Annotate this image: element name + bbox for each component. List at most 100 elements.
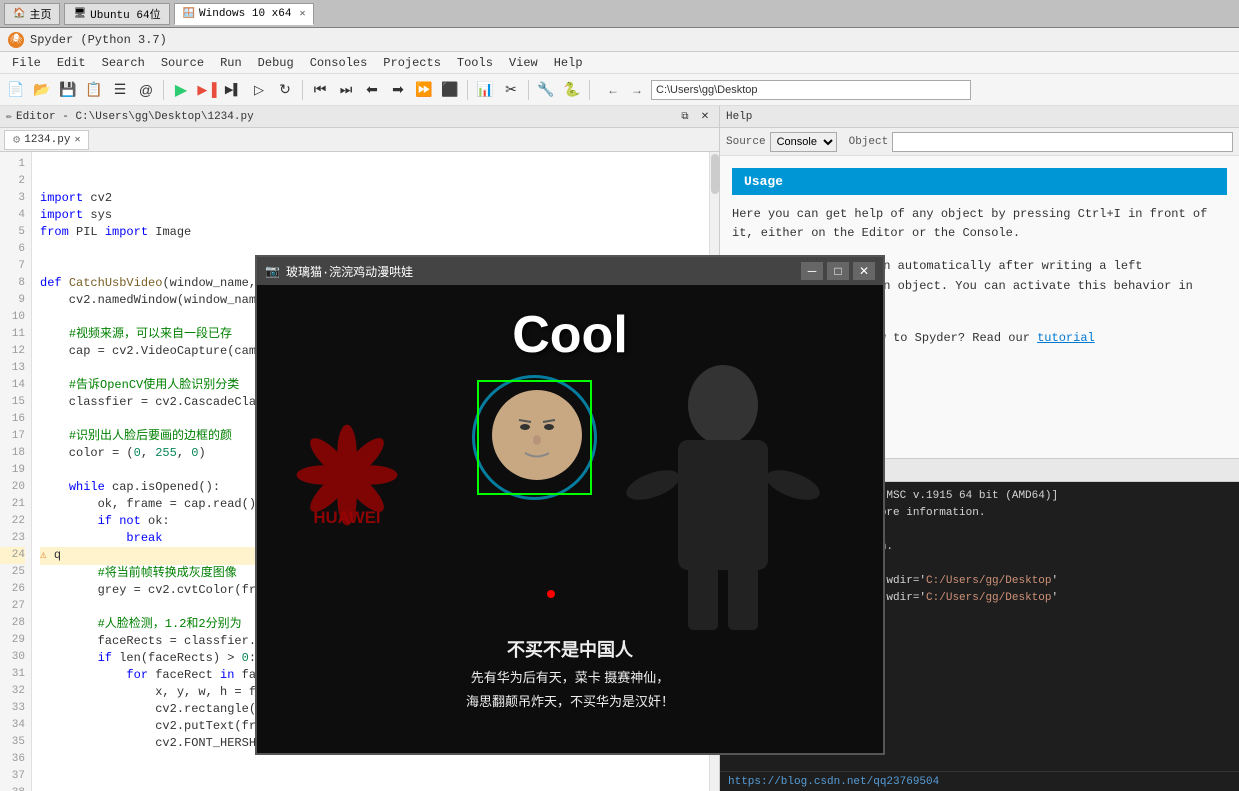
home-icon: 🏠 — [13, 8, 25, 20]
taskbar-tab-home[interactable]: 🏠 主页 — [4, 3, 60, 25]
overlay-content: Cool — [257, 285, 883, 753]
face-detection-box — [477, 380, 592, 495]
tools-button[interactable]: 🔧 — [534, 78, 558, 102]
overlay-close-button[interactable]: ✕ — [853, 262, 875, 280]
menu-debug[interactable]: Debug — [250, 54, 302, 72]
python-button[interactable]: 🐍 — [560, 78, 584, 102]
help-titlebar: Help — [720, 106, 1239, 128]
code-line-4: import sys — [40, 207, 711, 224]
help-usage-title: Usage — [744, 174, 783, 189]
menu-run[interactable]: Run — [212, 54, 250, 72]
app-icon: 🕷 — [8, 32, 24, 48]
help-text-para1: Here you can get help of any object by p… — [732, 207, 1207, 240]
tab-close-icon[interactable]: ✕ — [74, 134, 80, 146]
menu-help[interactable]: Help — [546, 54, 591, 72]
meme-bg: Cool — [257, 285, 883, 753]
editor-icon: ✏ — [6, 111, 12, 123]
toolbar-separator-5 — [589, 80, 590, 100]
code-line-3: import cv2 — [40, 190, 711, 207]
help-object-input[interactable] — [892, 132, 1233, 152]
windows-icon: 🪟 — [183, 8, 195, 20]
editor-undock-button[interactable]: ⧉ — [677, 109, 693, 125]
save-button[interactable]: 💾 — [56, 78, 80, 102]
help-tutorial-link[interactable]: tutorial — [1037, 331, 1095, 345]
browse-button[interactable]: ☰ — [108, 78, 132, 102]
svg-text:HUAWEI: HUAWEI — [313, 508, 380, 527]
tab-windows-close[interactable]: ✕ — [299, 8, 305, 20]
open-file-button[interactable]: 📂 — [30, 78, 54, 102]
tab-settings-icon: ⚙ — [13, 132, 20, 147]
run-selection-button[interactable]: ▷ — [247, 78, 271, 102]
overlay-maximize-button[interactable]: □ — [827, 262, 849, 280]
taskbar-tab-windows[interactable]: 🪟 Windows 10 x64 ✕ — [174, 3, 315, 25]
editor-close-button[interactable]: ✕ — [697, 109, 713, 125]
profiler-button[interactable]: 📊 — [473, 78, 497, 102]
app-titlebar: 🕷 Spyder (Python 3.7) — [0, 28, 1239, 52]
chinese-text-line3: 海思翻颠吊炸天，不买华为是汉奸！ — [277, 690, 863, 713]
menubar: File Edit Search Source Run Debug Consol… — [0, 52, 1239, 74]
toolbar-separator-1 — [163, 80, 164, 100]
editor-tab-bar: ⚙ 1234.py ✕ — [0, 128, 719, 152]
toolbar: 📄 📂 💾 📋 ☰ @ ▶ ▶▐ ▶▌ ▷ ↻ ⏮ ⏭ ⬅ ➡ ⏩ ⬛ 📊 ✂ … — [0, 74, 1239, 106]
new-file-button[interactable]: 📄 — [4, 78, 28, 102]
menu-view[interactable]: View — [501, 54, 546, 72]
menu-search[interactable]: Search — [94, 54, 153, 72]
cool-text-overlay: Cool — [512, 305, 628, 365]
overlay-controls: ─ □ ✕ — [801, 262, 875, 280]
editor-file-tab[interactable]: ⚙ 1234.py ✕ — [4, 130, 89, 150]
toolbar-path: ← → — [603, 80, 971, 100]
red-dot — [547, 590, 555, 598]
help-new-user-text: New to Spyder? Read our — [864, 331, 1030, 345]
taskbar-tab-ubuntu[interactable]: 🖥 Ubuntu 64位 — [64, 3, 169, 25]
help-title: Help — [726, 111, 752, 123]
save-all-button[interactable]: 📋 — [82, 78, 106, 102]
console-url-link[interactable]: https://blog.csdn.net/qq23769504 — [728, 776, 939, 788]
toolbar-separator-2 — [302, 80, 303, 100]
step-button[interactable]: ⏮ — [308, 78, 332, 102]
tab-ubuntu-label: Ubuntu 64位 — [90, 6, 160, 22]
path-input[interactable] — [651, 80, 971, 100]
menu-consoles[interactable]: Consoles — [302, 54, 376, 72]
help-source-label: Source — [726, 136, 766, 148]
run-cell-advance-button[interactable]: ▶▌ — [221, 78, 245, 102]
toolbar-separator-3 — [467, 80, 468, 100]
run-cell-button[interactable]: ▶▐ — [195, 78, 219, 102]
help-object-label: Object — [849, 136, 889, 148]
help-source-select[interactable]: Console Editor — [770, 132, 837, 152]
editor-titlebar: ✏ Editor - C:\Users\gg\Desktop\1234.py ⧉… — [0, 106, 719, 128]
path-back-button[interactable]: ← — [603, 80, 623, 100]
stop-button[interactable]: ⬛ — [438, 78, 462, 102]
meme-chinese-text: 不买不是中国人 先有华为后有天，菜卡 摄赛神仙， 海思翻颠吊炸天，不买华为是汉奸… — [277, 634, 863, 713]
menu-tools[interactable]: Tools — [449, 54, 501, 72]
code-line-2 — [40, 173, 711, 190]
continue-button[interactable]: ⏩ — [412, 78, 436, 102]
menu-projects[interactable]: Projects — [375, 54, 449, 72]
re-run-button[interactable]: ↻ — [273, 78, 297, 102]
tab-home-label: 主页 — [29, 6, 51, 22]
tab-windows-label: Windows 10 x64 — [199, 8, 291, 20]
run-button[interactable]: ▶ — [169, 78, 193, 102]
overlay-title-text: 玻璃猫·浣浣鸡动漫哄娃 — [286, 263, 413, 280]
menu-source[interactable]: Source — [153, 54, 212, 72]
overlay-titlebar[interactable]: 📷 玻璃猫·浣浣鸡动漫哄娃 ─ □ ✕ — [257, 257, 883, 285]
step-into-button[interactable]: ⬅ — [360, 78, 384, 102]
optimizer-button[interactable]: ✂ — [499, 78, 523, 102]
code-scroll-thumb[interactable] — [711, 154, 719, 194]
menu-edit[interactable]: Edit — [49, 54, 94, 72]
path-forward-button[interactable]: → — [627, 80, 647, 100]
app-title: Spyder (Python 3.7) — [30, 33, 167, 47]
overlay-title-bar: 📷 玻璃猫·浣浣鸡动漫哄娃 — [265, 263, 413, 280]
step-over-button[interactable]: ⏭ — [334, 78, 358, 102]
overlay-minimize-button[interactable]: ─ — [801, 262, 823, 280]
menu-file[interactable]: File — [4, 54, 49, 72]
help-text-1: Here you can get help of any object by p… — [732, 205, 1227, 243]
code-line-37 — [40, 769, 711, 786]
editor-tab-label: 1234.py — [24, 134, 70, 146]
huawei-logo: HUAWEI — [287, 415, 407, 539]
help-usage-box: Usage — [732, 168, 1227, 195]
at-button[interactable]: @ — [134, 78, 158, 102]
code-line-5: from PIL import Image — [40, 224, 711, 241]
help-toolbar: Source Console Editor Object — [720, 128, 1239, 156]
editor-title: Editor - C:\Users\gg\Desktop\1234.py — [16, 111, 254, 123]
step-out-button[interactable]: ➡ — [386, 78, 410, 102]
